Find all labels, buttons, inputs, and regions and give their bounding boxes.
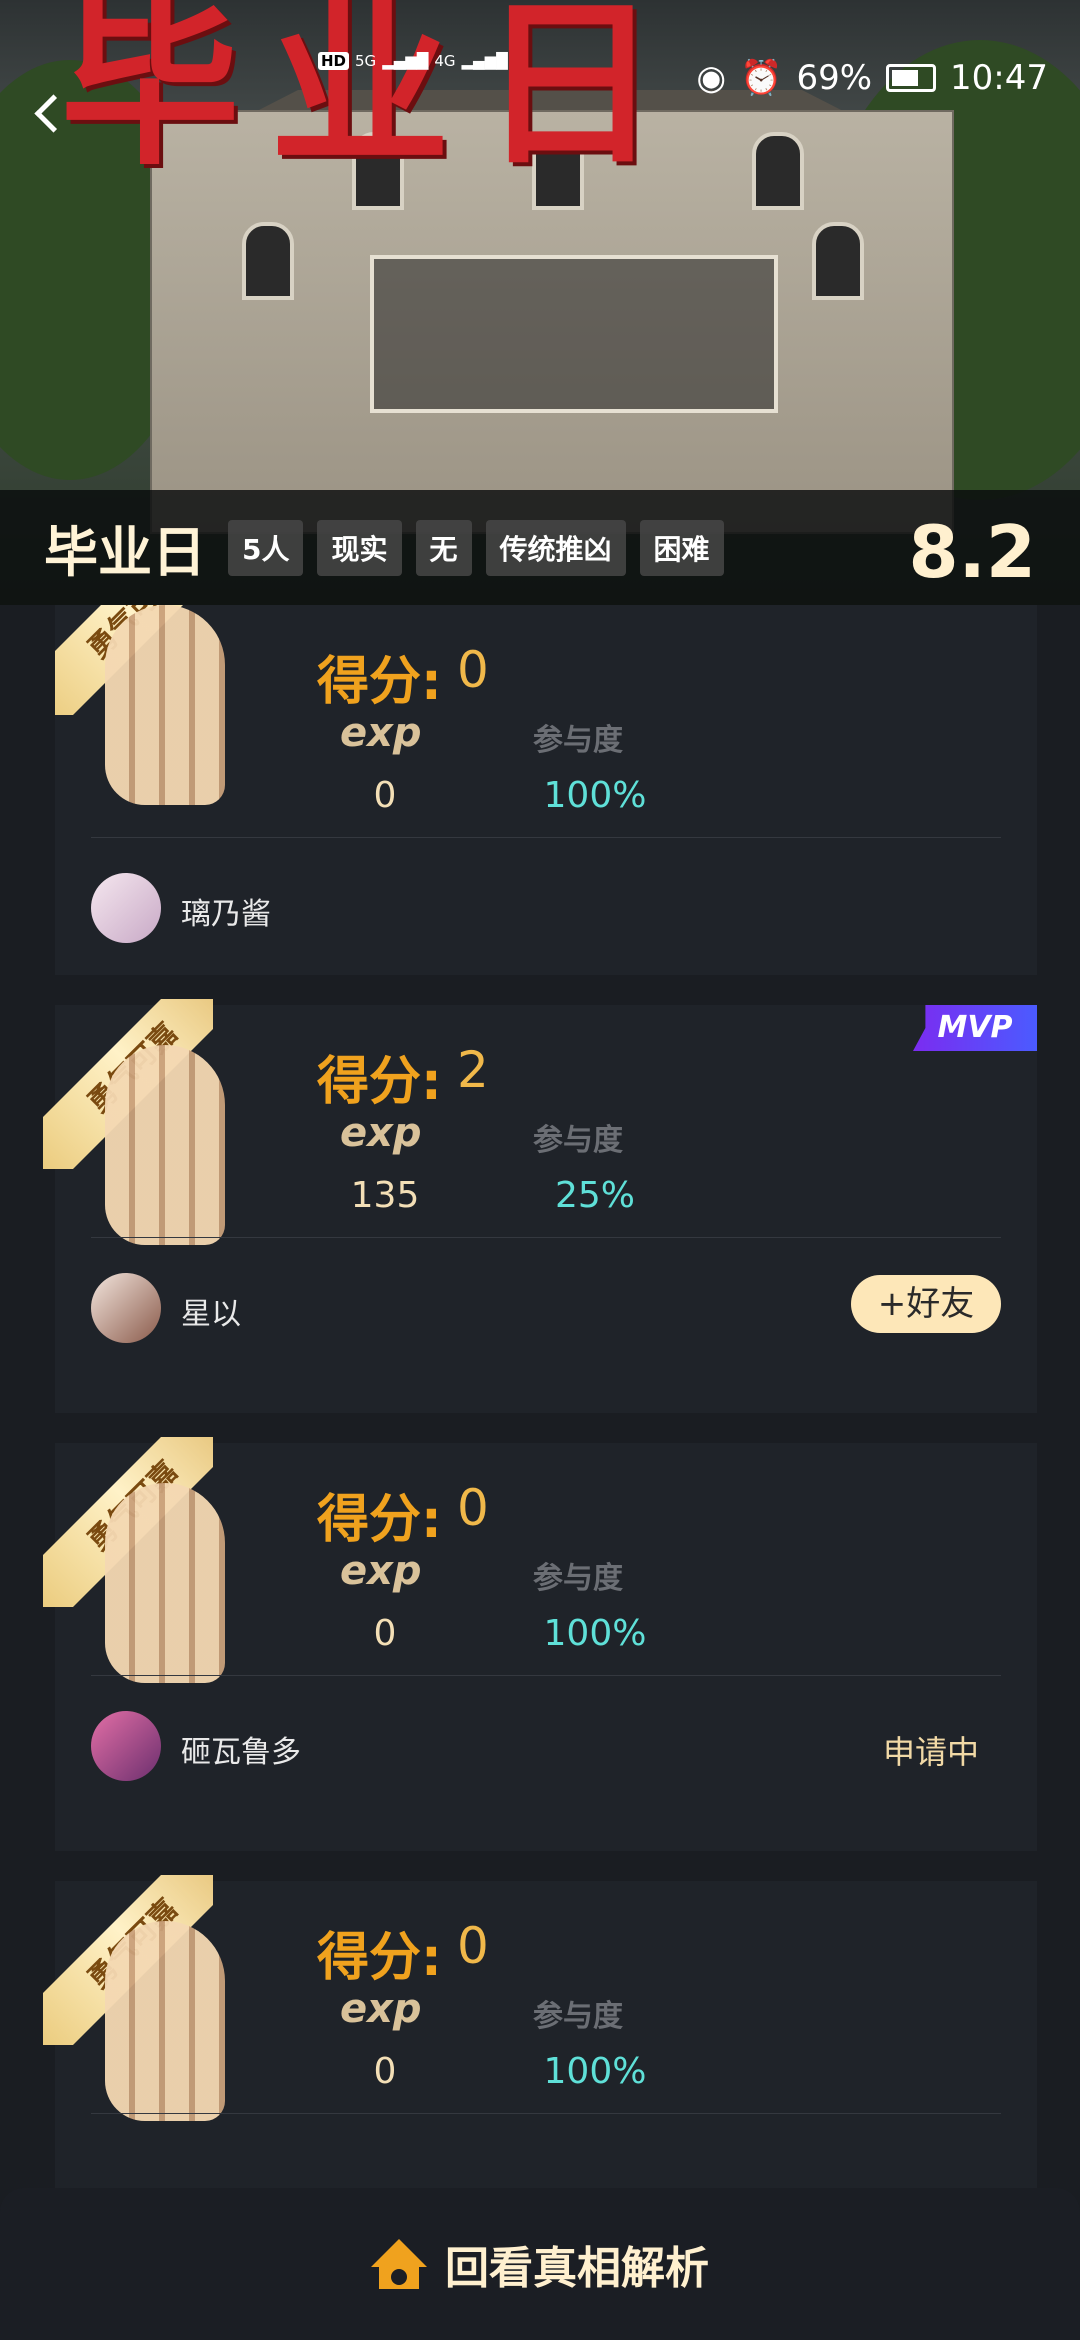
exp-value: 0	[373, 2051, 397, 2092]
mansion-window	[752, 132, 804, 210]
score-label: 得分:	[317, 652, 442, 712]
divider	[91, 2113, 1001, 2114]
network-indicators: HD 5G ▂▄▆█ 4G ▂▄▆█	[318, 52, 508, 70]
player-card: 勇气可嘉 得分: 0 exp 参与度 0 100% 璃乃酱	[55, 605, 1037, 975]
back-arrow-icon[interactable]	[30, 96, 66, 132]
user-avatar[interactable]	[91, 1273, 161, 1343]
player-card: MVP 勇气可嘉 得分: 2 exp 参与度 135 25% 星以 +好友	[43, 999, 1037, 1413]
participation-value: 100%	[543, 775, 647, 816]
script-tags: 5人 现实 无 传统推凶 困难	[228, 519, 724, 576]
user-avatar[interactable]	[91, 873, 161, 943]
player-avatar-pixelated	[105, 1045, 225, 1245]
exp-label: exp	[340, 1110, 422, 1156]
divider	[91, 837, 1001, 838]
score-label: 得分:	[317, 1490, 442, 1550]
friend-request-pending: 申请中	[882, 1733, 979, 1771]
score-label: 得分:	[317, 1928, 442, 1988]
tag-difficulty: 困难	[639, 519, 724, 576]
4g-indicator: 4G	[434, 52, 456, 70]
script-name: 毕业日	[44, 521, 206, 584]
player-avatar-pixelated	[105, 1921, 225, 2121]
player-avatar-pixelated	[105, 1483, 225, 1683]
score-value: 0	[457, 1479, 489, 1537]
battery-percent: 69%	[796, 58, 873, 98]
tag-setting: 现实	[317, 519, 402, 576]
status-bar: ◉ ⏰ 69% 10:47	[696, 58, 1048, 98]
tag-players: 5人	[228, 519, 304, 576]
battery-icon	[886, 64, 937, 92]
exp-value: 135	[350, 1175, 420, 1216]
user-avatar[interactable]	[91, 1711, 161, 1781]
mansion-window	[242, 222, 294, 300]
alarm-icon: ⏰	[740, 58, 783, 98]
score-value: 2	[457, 1041, 489, 1099]
participation-label: 参与度	[533, 1999, 623, 2034]
user-name[interactable]: 砸瓦鲁多	[181, 1727, 301, 1771]
add-friend-button[interactable]: +好友	[851, 1275, 1001, 1333]
score-label: 得分:	[317, 1052, 442, 1112]
participation-label: 参与度	[533, 1123, 623, 1158]
divider	[91, 1675, 1001, 1676]
hero-big-title: 毕业日	[60, 0, 691, 190]
hero-banner: 毕业日 HD 5G ▂▄▆█ 4G ▂▄▆█ ◉ ⏰ 69% 10:47 毕业日…	[0, 0, 1080, 605]
divider	[91, 1237, 1001, 1238]
5g-indicator: 5G	[355, 52, 377, 70]
tag-none: 无	[415, 519, 472, 576]
exp-label: exp	[340, 1548, 422, 1594]
clock-time: 10:47	[950, 58, 1048, 98]
participation-value: 100%	[543, 1613, 647, 1654]
exp-value: 0	[373, 1613, 397, 1654]
exp-label: exp	[340, 710, 422, 756]
mvp-badge: MVP	[913, 1005, 1037, 1051]
signal-icon: ▂▄▆█	[382, 52, 429, 70]
mansion-balcony	[370, 255, 778, 413]
player-avatar-pixelated	[105, 605, 225, 805]
participation-value: 25%	[554, 1175, 635, 1216]
tag-type: 传统推凶	[485, 519, 626, 576]
mansion-window	[812, 222, 864, 300]
house-icon	[371, 2239, 427, 2289]
participation-value: 100%	[543, 2051, 647, 2092]
player-card: 勇气可嘉 得分: 0 exp 参与度 0 100% 砸瓦鲁多 申请中	[43, 1437, 1037, 1851]
signal-icon: ▂▄▆█	[461, 52, 508, 70]
exp-label: exp	[340, 1986, 422, 2032]
score-value: 0	[457, 1917, 489, 1975]
participation-label: 参与度	[533, 1561, 623, 1596]
eye-icon: ◉	[696, 58, 727, 98]
script-rating: 8.2	[908, 510, 1036, 594]
participation-label: 参与度	[533, 723, 623, 758]
review-truth-label: 回看真相解析	[445, 2243, 709, 2294]
hd-indicator: HD	[318, 52, 350, 70]
user-name[interactable]: 星以	[181, 1289, 241, 1333]
review-truth-button[interactable]: 回看真相解析	[0, 2188, 1080, 2340]
script-info-bar: 毕业日 5人 现实 无 传统推凶 困难 8.2	[0, 490, 1080, 605]
user-name[interactable]: 璃乃酱	[181, 889, 271, 933]
exp-value: 0	[373, 775, 397, 816]
score-value: 0	[457, 641, 489, 699]
